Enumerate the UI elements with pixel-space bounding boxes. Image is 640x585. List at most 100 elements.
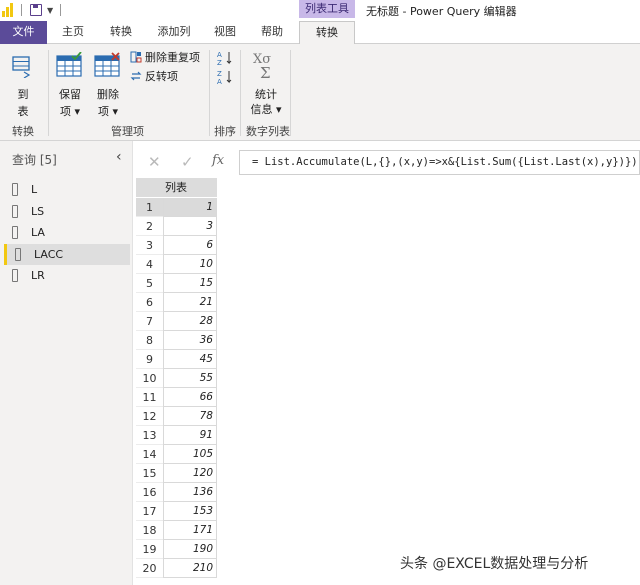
svg-text:Z: Z <box>217 70 222 78</box>
cell-value[interactable]: 21 <box>163 293 217 312</box>
customize-qat-icon[interactable]: ▼ <box>47 6 53 15</box>
tab-view[interactable]: 视图 <box>203 21 247 44</box>
cell-value[interactable]: 190 <box>163 540 217 559</box>
tab-transform[interactable]: 转换 <box>98 21 144 44</box>
cell-value[interactable]: 28 <box>163 312 217 331</box>
row-number[interactable]: 14 <box>136 445 163 464</box>
sort-descending-icon: ZA <box>217 70 232 86</box>
cell-value[interactable]: 91 <box>163 426 217 445</box>
cell-value[interactable]: 105 <box>163 445 217 464</box>
remove-duplicates-button[interactable]: 删除重复项 <box>130 50 200 66</box>
row-number[interactable]: 13 <box>136 426 163 445</box>
cell-value[interactable]: 55 <box>163 369 217 388</box>
cell-value[interactable]: 171 <box>163 521 217 540</box>
row-number[interactable]: 9 <box>136 350 163 369</box>
statistics-label-2: 信息 ▾ <box>250 103 282 116</box>
query-item[interactable]: LACC <box>4 243 130 265</box>
group-convert-label: 转换 <box>12 125 34 138</box>
to-table-label-1: 到 <box>17 88 29 101</box>
to-table-label-2: 表 <box>17 105 29 118</box>
tab-add-column[interactable]: 添加列 <box>148 21 200 44</box>
cell-value[interactable]: 136 <box>163 483 217 502</box>
collapse-pane-icon[interactable]: ‹ <box>116 149 122 165</box>
row-number[interactable]: 7 <box>136 312 163 331</box>
formula-input[interactable]: = List.Accumulate(L,{},(x,y)=>x&{List.Su… <box>239 150 640 175</box>
query-item[interactable]: LR <box>4 265 130 286</box>
row-number[interactable]: 4 <box>136 255 163 274</box>
row-number[interactable]: 20 <box>136 559 163 578</box>
svg-text:A: A <box>217 51 222 59</box>
keep-items-button[interactable]: 保留 项 ▾ <box>52 52 88 118</box>
row-number[interactable]: 16 <box>136 483 163 502</box>
cancel-formula-icon[interactable]: ✕ <box>148 153 161 171</box>
remove-items-label-1: 删除 <box>97 88 119 101</box>
remove-items-button[interactable]: 删除 项 ▾ <box>90 52 126 118</box>
row-number[interactable]: 6 <box>136 293 163 312</box>
svg-text:Z: Z <box>217 59 222 66</box>
row-number[interactable]: 11 <box>136 388 163 407</box>
keep-items-label-1: 保留 <box>59 88 81 101</box>
ribbon: 到 表 转换 保留 项 ▾ 删除 项 ▾ 删除重复项 反转项 管理项 A Z Z… <box>0 44 640 141</box>
cell-value[interactable]: 6 <box>163 236 217 255</box>
cell-value[interactable]: 78 <box>163 407 217 426</box>
cell-value[interactable]: 45 <box>163 350 217 369</box>
list-query-icon <box>12 183 18 196</box>
tab-home[interactable]: 主页 <box>50 21 96 44</box>
reverse-items-button[interactable]: 反转项 <box>130 69 178 85</box>
commit-formula-icon[interactable]: ✓ <box>181 153 194 171</box>
row-number[interactable]: 8 <box>136 331 163 350</box>
to-table-button[interactable]: 到 表 <box>4 52 42 118</box>
qat-separator <box>21 4 22 16</box>
row-number[interactable]: 1 <box>136 198 163 217</box>
cell-value[interactable]: 66 <box>163 388 217 407</box>
cell-value[interactable]: 36 <box>163 331 217 350</box>
row-number[interactable]: 2 <box>136 217 163 236</box>
query-item[interactable]: LS <box>4 201 130 222</box>
query-item-label: LR <box>31 269 45 282</box>
query-item-label: L <box>31 183 38 196</box>
query-item[interactable]: LA <box>4 222 130 243</box>
cell-value[interactable]: 15 <box>163 274 217 293</box>
fx-icon[interactable]: fx <box>212 153 224 168</box>
row-number[interactable]: 10 <box>136 369 163 388</box>
row-number[interactable]: 19 <box>136 540 163 559</box>
row-number-header <box>136 178 163 197</box>
query-item-label: LS <box>31 204 45 218</box>
queries-pane: 查询 [5] ‹ L LS LA LACC LR <box>0 141 133 585</box>
cell-value[interactable]: 10 <box>163 255 217 274</box>
tab-list-transform[interactable]: 转换 <box>299 21 355 44</box>
ribbon-separator <box>290 50 291 136</box>
cell-value[interactable]: 3 <box>163 217 217 236</box>
sort-ascending-button[interactable]: AZ <box>217 50 235 67</box>
query-item-label: LA <box>31 226 45 239</box>
row-number[interactable]: 17 <box>136 502 163 521</box>
reverse-items-label: 反转项 <box>145 70 178 83</box>
cell-value[interactable]: 1 <box>163 198 217 217</box>
cell-value[interactable]: 153 <box>163 502 217 521</box>
row-number[interactable]: 3 <box>136 236 163 255</box>
list-query-icon <box>12 226 18 239</box>
power-bi-logo-icon <box>2 3 14 17</box>
row-number[interactable]: 5 <box>136 274 163 293</box>
queries-pane-title: 查询 [5] <box>12 153 57 167</box>
column-header-list[interactable]: 列表 <box>163 178 217 197</box>
keep-items-label-2: 项 ▾ <box>59 105 81 118</box>
row-number[interactable]: 18 <box>136 521 163 540</box>
row-number[interactable]: 15 <box>136 464 163 483</box>
save-icon[interactable] <box>30 4 42 16</box>
row-number[interactable]: 12 <box>136 407 163 426</box>
sort-descending-button[interactable]: ZA <box>217 69 235 86</box>
cell-value[interactable]: 210 <box>163 559 217 578</box>
list-query-icon <box>12 269 18 282</box>
context-group-list-tools: 列表工具 <box>299 0 355 18</box>
ribbon-tabs: 文件 主页 转换 添加列 视图 帮助 转换 <box>0 21 640 44</box>
qat-separator <box>60 4 61 16</box>
group-manage-label: 管理项 <box>111 125 144 138</box>
tab-file[interactable]: 文件 <box>0 21 47 44</box>
cell-value[interactable]: 120 <box>163 464 217 483</box>
query-item[interactable]: L <box>4 179 130 200</box>
window-title: 无标题 - Power Query 编辑器 <box>366 5 517 18</box>
tab-help[interactable]: 帮助 <box>250 21 294 44</box>
statistics-button[interactable]: Χσ Σ 统计 信息 ▾ <box>246 50 286 118</box>
ribbon-separator <box>209 50 210 136</box>
